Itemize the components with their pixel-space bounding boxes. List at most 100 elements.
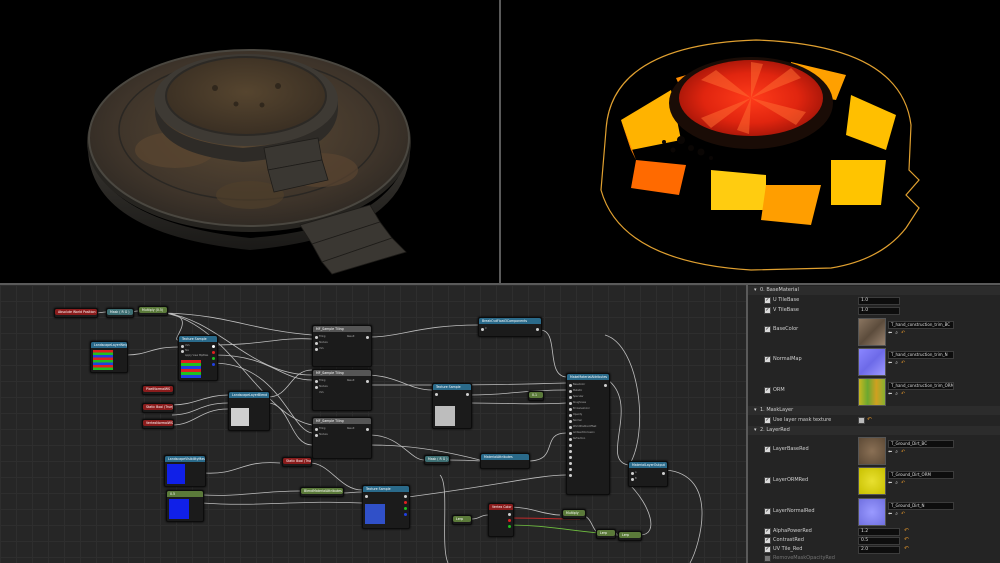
input-pin[interactable] (631, 478, 634, 481)
node-mf-sample-tiling[interactable]: MF_Sample Tiling Tiling Texture Result (312, 417, 372, 459)
reset-icon[interactable]: ↶ (901, 511, 905, 517)
input-pin[interactable] (631, 472, 634, 475)
input-pin[interactable] (181, 345, 184, 348)
output-pin[interactable] (212, 357, 215, 360)
node-absolute-world-position[interactable]: Absolute World Position (54, 308, 98, 318)
layer-normalred-thumbnail[interactable] (858, 498, 886, 526)
alpha-power-input[interactable]: 1.2 (858, 528, 900, 536)
contrast-input[interactable]: 0.5 (858, 537, 900, 545)
output-pin[interactable] (404, 495, 407, 498)
orm-asset-picker[interactable]: T_hand_construction_trim_ORM (888, 382, 954, 390)
override-checkbox[interactable]: ✓ (764, 387, 771, 394)
override-checkbox[interactable]: ✓ (764, 508, 771, 515)
output-pin[interactable] (536, 328, 539, 331)
input-pin[interactable] (569, 420, 572, 423)
layer-basered-thumbnail[interactable] (858, 437, 886, 465)
reset-icon[interactable]: ↶ (901, 330, 905, 336)
input-pin[interactable] (569, 414, 572, 417)
input-pin[interactable] (569, 474, 572, 477)
input-pin[interactable] (315, 434, 318, 437)
uv-tile-input[interactable]: 2.0 (858, 546, 900, 554)
section-layer-red[interactable]: ▾ 2. LayerRed (748, 426, 1000, 435)
normalmap-asset-picker[interactable]: T_hand_construction_trim_N (888, 351, 954, 359)
input-pin[interactable] (569, 426, 572, 429)
node-lerp[interactable]: Lerp (618, 531, 642, 541)
input-pin[interactable] (315, 342, 318, 345)
input-pin[interactable] (315, 336, 318, 339)
output-pin[interactable] (604, 384, 607, 387)
search-icon[interactable]: ⌕ (895, 391, 898, 397)
node-multiply[interactable]: Multiply (562, 509, 586, 519)
node-lerp[interactable]: Lerp (452, 515, 472, 525)
chevron-down-icon[interactable]: ▾ (754, 406, 757, 414)
node-texture-sample[interactable]: Texture Sample (432, 383, 472, 429)
node-landscape-layer-weight[interactable]: LandscapeLayerWeight (90, 341, 128, 373)
input-pin[interactable] (365, 495, 368, 498)
reset-icon[interactable]: ↶ (904, 545, 909, 553)
input-pin[interactable] (569, 462, 572, 465)
reset-icon[interactable]: ↶ (867, 416, 872, 424)
override-checkbox[interactable]: ✓ (764, 446, 771, 453)
search-icon[interactable]: ⌕ (895, 480, 898, 486)
output-pin[interactable] (508, 525, 511, 528)
reset-icon[interactable]: ↶ (901, 449, 905, 455)
override-checkbox[interactable]: ✓ (764, 297, 771, 304)
override-checkbox[interactable]: ✓ (764, 537, 771, 544)
output-pin[interactable] (212, 345, 215, 348)
input-pin[interactable] (481, 328, 484, 331)
v-tilebase-input[interactable]: 1.0 (858, 307, 900, 315)
node-make-material-attributes[interactable]: MakeMaterialAttributes BaseColor Metalli… (566, 373, 610, 495)
output-pin[interactable] (404, 501, 407, 504)
search-icon[interactable]: ⌕ (895, 511, 898, 517)
input-pin[interactable] (569, 396, 572, 399)
output-pin[interactable] (212, 363, 215, 366)
override-checkbox[interactable]: ✓ (764, 477, 771, 484)
output-pin[interactable] (404, 513, 407, 516)
input-pin[interactable] (569, 444, 572, 447)
layer-ormred-asset-picker[interactable]: T_Ground_Dirt_ORM (888, 471, 954, 479)
input-pin[interactable] (569, 432, 572, 435)
override-checkbox[interactable]: ✓ (764, 307, 771, 314)
node-texture-sample[interactable]: Texture Sample UVs Tex Apply View MipBia… (178, 335, 218, 381)
output-pin[interactable] (662, 472, 665, 475)
chevron-down-icon[interactable]: ▾ (754, 286, 757, 294)
node-constant-vector[interactable]: 0.5 (166, 490, 204, 522)
reset-icon[interactable]: ↶ (901, 360, 905, 366)
normalmap-thumbnail[interactable] (858, 348, 886, 376)
input-pin[interactable] (315, 386, 318, 389)
search-icon[interactable]: ⌕ (895, 330, 898, 336)
output-pin[interactable] (366, 336, 369, 339)
output-pin[interactable] (366, 428, 369, 431)
input-pin[interactable] (315, 428, 318, 431)
node-material-attributes[interactable]: MaterialAttributes (480, 453, 530, 469)
input-pin[interactable] (315, 348, 318, 351)
input-pin[interactable] (569, 408, 572, 411)
arrow-left-icon[interactable]: ⬅ (888, 391, 892, 397)
node-vertex-color[interactable]: Vertex Color (488, 503, 514, 537)
override-checkbox[interactable]: ✓ (764, 326, 771, 333)
node-mf-sample-tiling[interactable]: MF_Sample Tiling Tiling Texture UVs Resu… (312, 325, 372, 367)
layer-normalred-asset-picker[interactable]: T_Ground_Dirt_N (888, 502, 954, 510)
search-icon[interactable]: ⌕ (895, 449, 898, 455)
node-static-bool[interactable]: Static Bool (True) (282, 457, 312, 467)
node-mask[interactable]: Mask ( R G ) (106, 308, 134, 318)
layer-ormred-thumbnail[interactable] (858, 467, 886, 495)
override-checkbox[interactable]: ✓ (764, 417, 771, 424)
arrow-left-icon[interactable]: ⬅ (888, 511, 892, 517)
input-pin[interactable] (569, 450, 572, 453)
u-tilebase-input[interactable]: 1.0 (858, 297, 900, 305)
use-mask-checkbox[interactable] (858, 417, 865, 424)
node-constant[interactable]: 0.1 (528, 391, 544, 401)
output-pin[interactable] (404, 507, 407, 510)
node-landscape-visibility-mask[interactable]: LandscapeVisibilityMask (164, 455, 206, 487)
output-pin[interactable] (466, 393, 469, 396)
layer-basered-asset-picker[interactable]: T_Ground_Dirt_BC (888, 440, 954, 448)
basecolor-asset-picker[interactable]: T_hand_construction_trim_BC (888, 321, 954, 329)
arrow-left-icon[interactable]: ⬅ (888, 449, 892, 455)
node-parameter[interactable]: PixelNormalWS (142, 385, 174, 395)
input-pin[interactable] (569, 390, 572, 393)
arrow-left-icon[interactable]: ⬅ (888, 480, 892, 486)
basecolor-thumbnail[interactable] (858, 318, 886, 346)
node-static-bool[interactable]: Static Bool (True) (142, 403, 174, 413)
override-checkbox[interactable]: ✓ (764, 546, 771, 553)
